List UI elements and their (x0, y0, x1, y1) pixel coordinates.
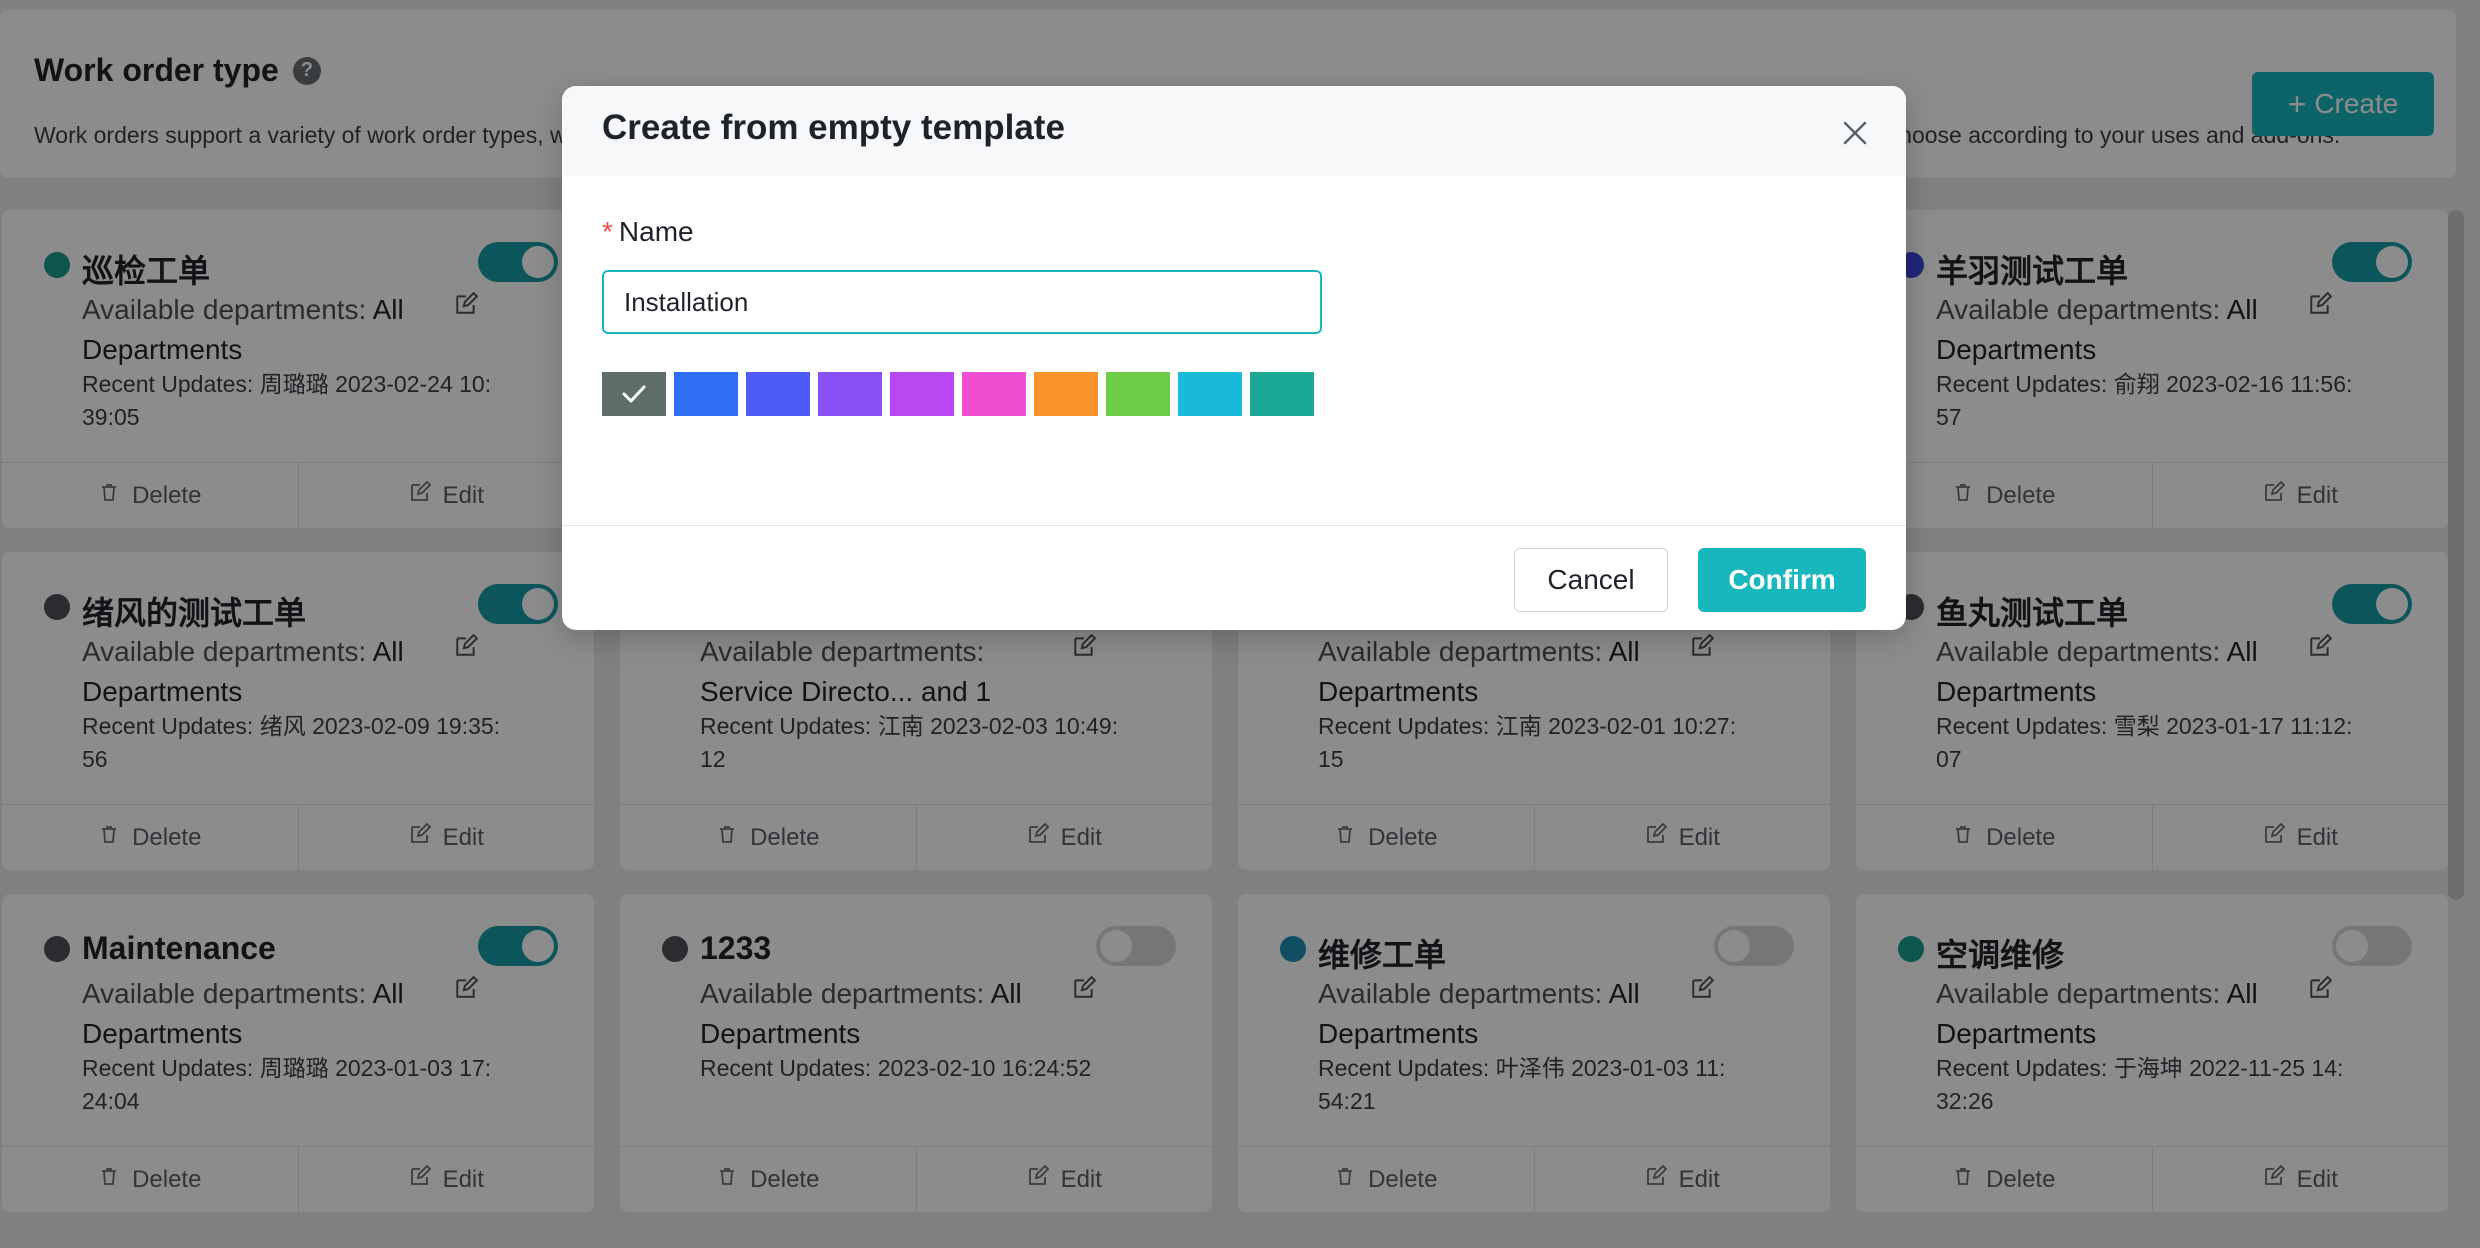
color-swatch[interactable] (818, 372, 882, 416)
cancel-button[interactable]: Cancel (1514, 548, 1668, 612)
create-template-modal: Create from empty template *Name Cancel … (562, 86, 1906, 630)
check-icon (622, 385, 646, 403)
color-swatch[interactable] (962, 372, 1026, 416)
name-label-text: Name (618, 216, 694, 247)
color-swatch[interactable] (1250, 372, 1314, 416)
color-picker (602, 372, 1314, 416)
color-swatch[interactable] (602, 372, 666, 416)
color-swatch[interactable] (1178, 372, 1242, 416)
name-label: * Name (602, 216, 694, 248)
modal-divider (562, 525, 1906, 526)
modal-title: Create from empty template (602, 108, 1065, 147)
color-swatch[interactable] (1106, 372, 1170, 416)
modal-header: Create from empty template (562, 86, 1906, 176)
close-icon[interactable] (1838, 116, 1872, 150)
required-asterisk: * (602, 216, 613, 247)
color-swatch[interactable] (890, 372, 954, 416)
name-input[interactable] (602, 270, 1322, 334)
confirm-button[interactable]: Confirm (1698, 548, 1866, 612)
color-swatch[interactable] (1034, 372, 1098, 416)
color-swatch[interactable] (674, 372, 738, 416)
color-swatch[interactable] (746, 372, 810, 416)
